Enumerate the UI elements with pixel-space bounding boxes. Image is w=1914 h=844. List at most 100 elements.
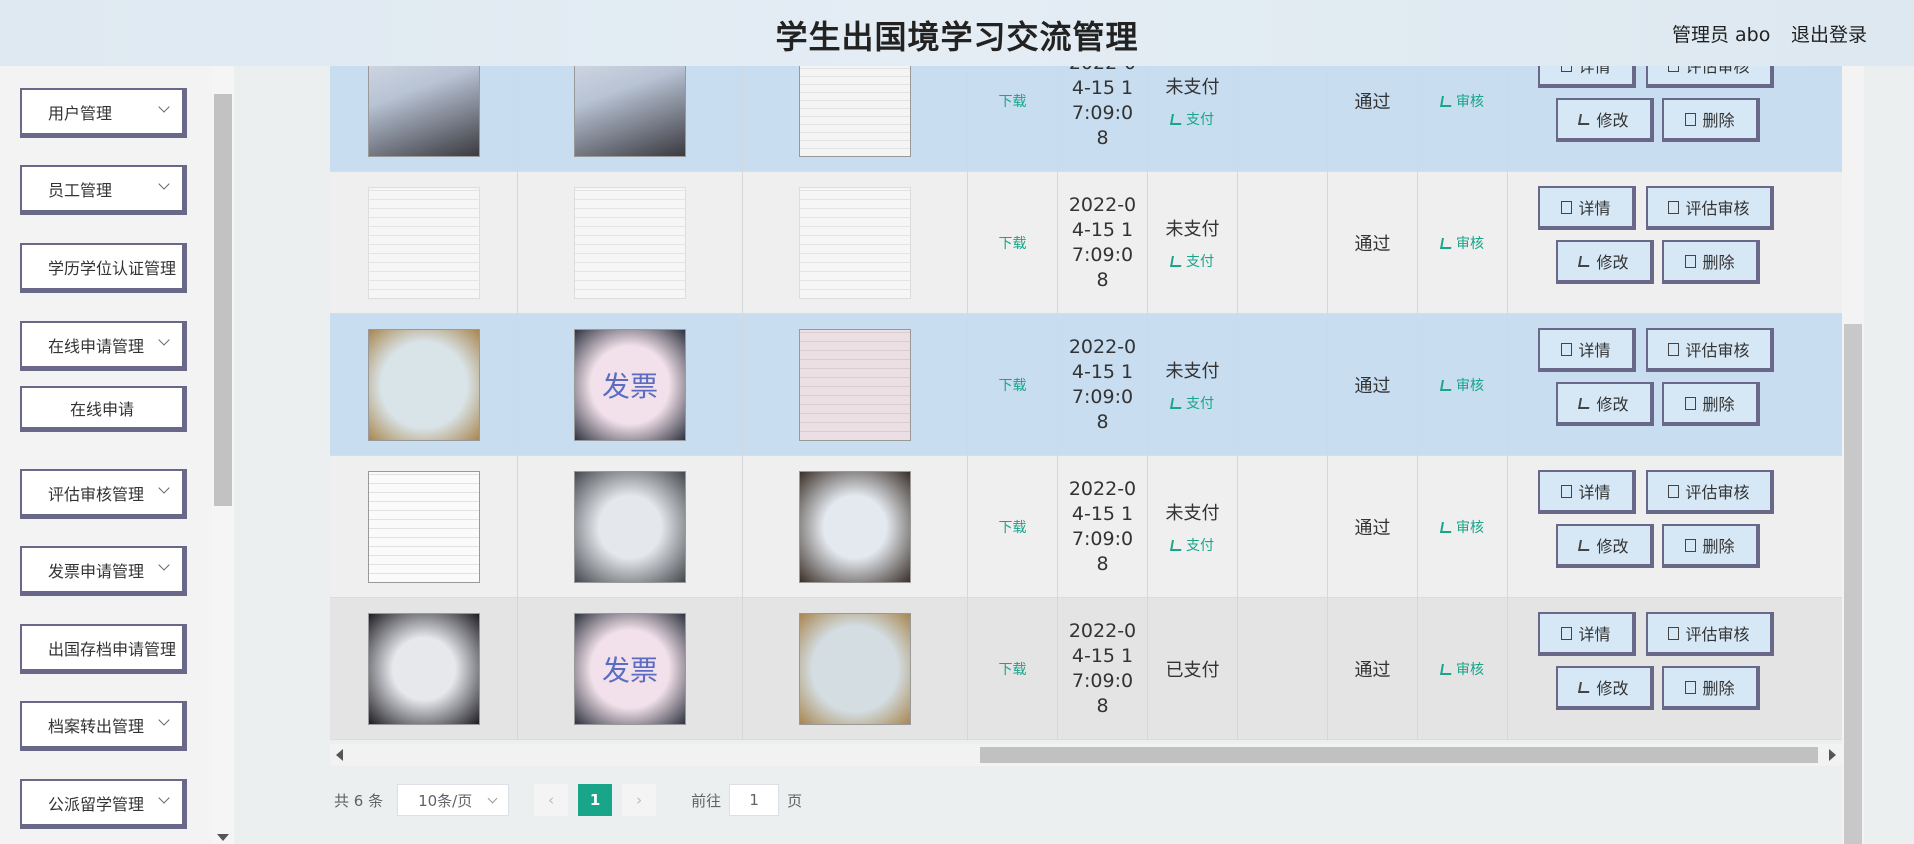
pencil-icon [1440, 663, 1453, 675]
delete-button-label: 删除 [1702, 253, 1735, 272]
payment-cell: 未支付 支付 [1148, 172, 1238, 314]
review-link[interactable]: 审核 [1440, 91, 1484, 111]
pencil-icon [1440, 95, 1453, 107]
sidebar-scrollbar-thumb[interactable] [214, 94, 232, 506]
review-link[interactable]: 审核 [1440, 375, 1484, 395]
evaluate-button[interactable]: 评估审核 [1646, 470, 1774, 514]
receipt-image[interactable] [367, 329, 480, 441]
receipt-image[interactable] [574, 471, 686, 583]
receipt-image[interactable] [799, 187, 911, 299]
receipt-image[interactable] [574, 187, 686, 299]
empty-cell [1238, 314, 1328, 456]
prev-page-button[interactable]: ‹ [534, 784, 569, 816]
horizontal-scrollbar-thumb[interactable] [980, 747, 1818, 763]
delete-button[interactable]: 删除 [1662, 382, 1760, 426]
date-text: 2022-04-15 17:09:08 [1068, 336, 1137, 433]
pay-link[interactable]: 支付 [1170, 251, 1214, 271]
date-text: 2022-04-15 17:09:08 [1068, 620, 1137, 717]
sidebar-item-degree-certification[interactable]: 学历学位认证管理 [20, 243, 187, 293]
sidebar-item-label: 评估审核管理 [48, 484, 145, 504]
scroll-right-arrow-icon[interactable] [1829, 749, 1836, 761]
edit-button[interactable]: 修改 [1556, 524, 1654, 568]
receipt-image[interactable] [799, 329, 911, 441]
delete-button[interactable]: 删除 [1662, 240, 1760, 284]
pay-link[interactable]: 支付 [1170, 109, 1214, 129]
table-horizontal-scrollbar[interactable] [330, 744, 1842, 766]
edit-button[interactable]: 修改 [1556, 240, 1654, 284]
pencil-icon [1170, 255, 1183, 267]
delete-button[interactable]: 删除 [1662, 524, 1760, 568]
chevron-down-icon [158, 101, 170, 113]
status-cell: 通过 [1328, 172, 1418, 314]
detail-button[interactable]: 详情 [1538, 470, 1636, 514]
download-link[interactable]: 下载 [999, 233, 1027, 253]
evaluate-button-label: 评估审核 [1685, 199, 1750, 218]
download-link[interactable]: 下载 [999, 517, 1027, 537]
table-row: 发票 下载 2022-04-15 17:09:08 已支付 通过 审核 详情 评… [330, 598, 1842, 740]
receipt-image[interactable] [799, 613, 911, 725]
pencil-icon [1170, 539, 1183, 551]
review-link[interactable]: 审核 [1440, 233, 1484, 253]
next-page-button[interactable]: › [622, 784, 657, 816]
sidebar-item-archive-application[interactable]: 出国存档申请管理 [20, 624, 187, 674]
sidebar-item-invoice-application[interactable]: 发票申请管理 [20, 546, 187, 596]
sidebar-item-user-management[interactable]: 用户管理 [20, 88, 187, 138]
payment-cell: 已支付 [1148, 598, 1238, 740]
review-link[interactable]: 审核 [1440, 517, 1484, 537]
detail-button[interactable]: 详情 [1538, 328, 1636, 372]
receipt-image[interactable] [799, 471, 911, 583]
page-vertical-scrollbar[interactable] [1842, 66, 1864, 844]
status-cell: 通过 [1328, 456, 1418, 598]
download-link[interactable]: 下载 [999, 375, 1027, 395]
detail-button[interactable]: 详情 [1538, 186, 1636, 230]
delete-button[interactable]: 删除 [1662, 666, 1760, 710]
edit-icon [1578, 113, 1592, 125]
sidebar-item-archive-transfer[interactable]: 档案转出管理 [20, 701, 187, 751]
review-link[interactable]: 审核 [1440, 659, 1484, 679]
invoice-image[interactable]: 发票 [574, 613, 686, 725]
document-icon [1668, 342, 1680, 356]
evaluate-button[interactable]: 评估审核 [1646, 186, 1774, 230]
delete-button[interactable]: 删除 [1662, 98, 1760, 142]
invoice-image[interactable]: 发票 [574, 329, 686, 441]
download-link[interactable]: 下载 [999, 91, 1027, 111]
pay-link[interactable]: 支付 [1170, 535, 1214, 555]
evaluate-button[interactable]: 评估审核 [1646, 612, 1774, 656]
goto-page-input[interactable] [729, 784, 780, 816]
edit-button[interactable]: 修改 [1556, 98, 1654, 142]
sidebar-item-online-application-management[interactable]: 在线申请管理 [20, 321, 187, 371]
date-text: 2022-04-15 17:09:08 [1068, 194, 1137, 291]
sidebar-item-staff-management[interactable]: 员工管理 [20, 165, 187, 215]
review-cell: 审核 [1418, 598, 1508, 740]
download-link[interactable]: 下载 [999, 659, 1027, 679]
total-count: 共 6 条 [334, 791, 384, 810]
sidebar-scrollbar[interactable] [212, 66, 234, 844]
operations-cell: 详情 评估审核 修改 删除 [1510, 598, 1790, 740]
sidebar-item-online-application[interactable]: 在线申请 [20, 386, 187, 432]
sidebar-item-evaluation-review[interactable]: 评估审核管理 [20, 469, 187, 519]
edit-button[interactable]: 修改 [1556, 666, 1654, 710]
header-bar: 学生出国境学习交流管理 管理员 abo 退出登录 [0, 0, 1914, 66]
logout-button[interactable]: 退出登录 [1791, 20, 1867, 47]
receipt-image[interactable] [367, 613, 480, 725]
sidebar-item-public-study-abroad[interactable]: 公派留学管理 [20, 779, 187, 829]
receipt-image[interactable] [367, 471, 480, 583]
image-cell [743, 172, 968, 314]
receipt-image[interactable] [367, 187, 480, 299]
pencil-icon [1440, 521, 1453, 533]
edit-icon [1578, 255, 1592, 267]
pay-link[interactable]: 支付 [1170, 393, 1214, 413]
document-icon [1561, 342, 1573, 356]
date-cell: 2022-04-15 17:09:08 [1058, 314, 1148, 456]
edit-button[interactable]: 修改 [1556, 382, 1654, 426]
page-size-select[interactable]: 10条/页 [397, 784, 510, 816]
page-number-button[interactable]: 1 [578, 784, 613, 816]
status-cell: 通过 [1328, 314, 1418, 456]
scroll-down-arrow-icon[interactable] [217, 834, 229, 841]
evaluate-button[interactable]: 评估审核 [1646, 328, 1774, 372]
scroll-left-arrow-icon[interactable] [336, 749, 343, 761]
page-scrollbar-thumb[interactable] [1844, 324, 1862, 844]
detail-button[interactable]: 详情 [1538, 612, 1636, 656]
document-icon [1668, 626, 1680, 640]
main-content: 下载 2022-04-15 17:09:08 未支付 支付 通过 审核 详情 评… [234, 30, 1914, 844]
